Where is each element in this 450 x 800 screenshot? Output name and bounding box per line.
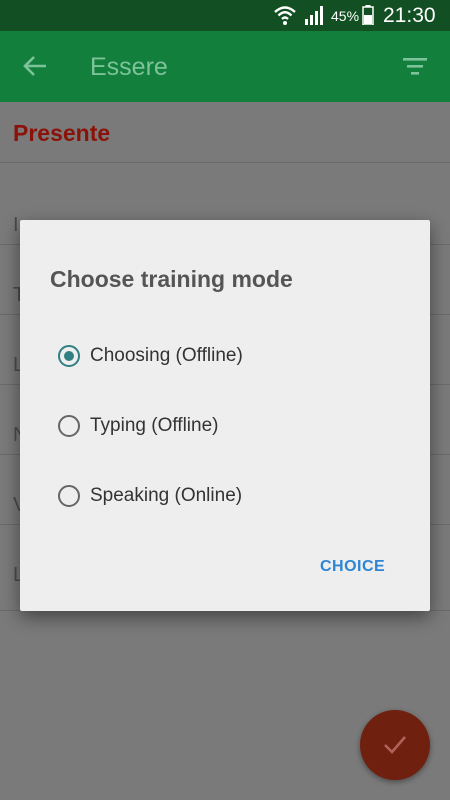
radio-button[interactable] [58,345,80,367]
dialog-title: Choose training mode [50,266,293,292]
option-label: Typing (Offline) [90,415,219,436]
radio-button[interactable] [58,415,80,437]
signal-icon [305,6,323,25]
option-typing[interactable]: Typing (Offline) [56,408,396,448]
training-mode-dialog: Choose training mode Choosing (Offline) … [20,220,430,611]
check-icon [384,736,406,754]
wifi-icon [274,6,296,25]
option-label: Speaking (Online) [90,485,243,506]
status-bar: 45% 21:30 [0,0,450,31]
option-choosing[interactable]: Choosing (Offline) [56,338,396,378]
list-item: I [13,214,19,236]
arrow-left-icon[interactable] [22,53,48,79]
page-title: Essere [90,53,168,81]
filter-icon[interactable] [402,55,428,77]
clock: 21:30 [383,4,436,27]
choice-button[interactable]: CHOICE [320,558,385,576]
section-header: Presente [13,120,111,146]
toolbar: Essere [0,31,450,102]
option-label: Choosing (Offline) [90,345,243,366]
divider [0,162,450,163]
battery-percent: 45% [331,8,360,24]
battery-icon [362,5,374,25]
option-speaking[interactable]: Speaking (Online) [56,478,396,518]
radio-button[interactable] [58,485,80,507]
confirm-fab[interactable] [360,710,430,780]
